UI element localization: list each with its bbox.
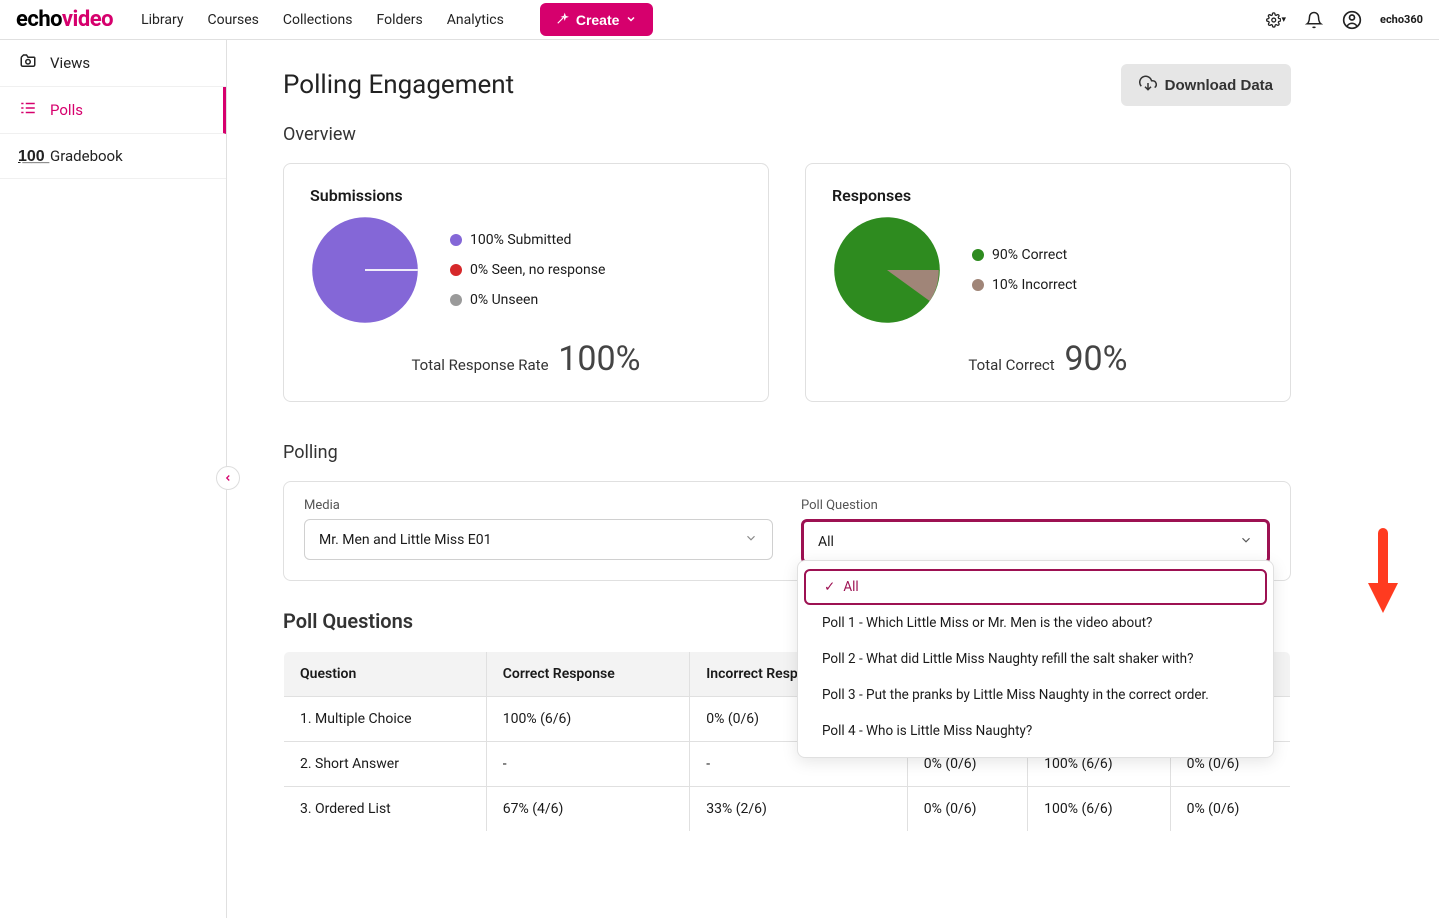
views-icon (18, 52, 38, 74)
polls-icon (18, 99, 38, 121)
media-select[interactable]: Mr. Men and Little Miss E01 (304, 519, 773, 560)
dropdown-option-1[interactable]: Poll 1 - Which Little Miss or Mr. Men is… (798, 605, 1273, 641)
legend-correct: 90% Correct (972, 247, 1077, 263)
nav-library[interactable]: Library (141, 12, 183, 28)
overview-heading: Overview (283, 124, 1291, 145)
responses-pie (832, 215, 942, 325)
sidebar: Views Polls 1̲0̲0̲ Gradebook (0, 40, 227, 918)
dropdown-option-4[interactable]: Poll 4 - Who is Little Miss Naughty? (798, 713, 1273, 749)
download-data-button[interactable]: Download Data (1121, 64, 1291, 106)
check-icon: ✓ (824, 579, 835, 595)
sidebar-item-label: Gradebook (50, 147, 123, 165)
dropdown-option-all[interactable]: ✓ All (804, 569, 1267, 605)
gradebook-icon: 1̲0̲0̲ (18, 146, 38, 166)
download-label: Download Data (1165, 77, 1273, 94)
col-correct: Correct Response (486, 652, 689, 697)
legend-submitted: 100% Submitted (450, 232, 605, 248)
nav-folders[interactable]: Folders (377, 12, 423, 28)
create-label: Create (576, 12, 620, 28)
header-right: ▾ echo360 (1266, 10, 1423, 30)
sidebar-item-label: Views (50, 54, 90, 72)
col-question: Question (284, 652, 487, 697)
user-icon[interactable] (1342, 10, 1362, 30)
gear-icon[interactable]: ▾ (1266, 10, 1286, 30)
main-content: Polling Engagement Download Data Overvie… (227, 40, 1439, 918)
sidebar-item-polls[interactable]: Polls (0, 87, 226, 134)
bell-icon[interactable] (1304, 10, 1324, 30)
submissions-card: Submissions 100% Submitted 0% Seen, no r… (283, 163, 769, 402)
nav-collections[interactable]: Collections (283, 12, 353, 28)
legend-incorrect: 10% Incorrect (972, 277, 1077, 293)
page-title: Polling Engagement (283, 70, 514, 100)
chevron-down-icon (625, 12, 637, 28)
chevron-down-icon (744, 530, 758, 549)
poll-question-label: Poll Question (801, 498, 1270, 513)
responses-total: Total Correct 90% (832, 339, 1264, 379)
filter-box: Media Mr. Men and Little Miss E01 Poll Q… (283, 481, 1291, 581)
legend-seen: 0% Seen, no response (450, 262, 605, 278)
submissions-total: Total Response Rate 100% (310, 339, 742, 379)
responses-title: Responses (832, 186, 1264, 205)
brand-logo[interactable]: echovideo (16, 7, 113, 32)
echo360-label: echo360 (1380, 13, 1423, 26)
nav-courses[interactable]: Courses (207, 12, 258, 28)
dropdown-option-3[interactable]: Poll 3 - Put the pranks by Little Miss N… (798, 677, 1273, 713)
poll-question-select[interactable]: All (801, 519, 1270, 564)
media-value: Mr. Men and Little Miss E01 (319, 532, 492, 548)
dropdown-option-2[interactable]: Poll 2 - What did Little Miss Naughty re… (798, 641, 1273, 677)
logo-part1: echo (16, 7, 62, 32)
sidebar-item-views[interactable]: Views (0, 40, 226, 87)
logo-part2: video (62, 7, 113, 32)
submissions-title: Submissions (310, 186, 742, 205)
polling-heading: Polling (283, 442, 1291, 463)
cloud-download-icon (1139, 74, 1157, 96)
responses-card: Responses 90% Correct 10% Incorrect (805, 163, 1291, 402)
media-label: Media (304, 498, 773, 513)
top-header: echovideo Library Courses Collections Fo… (0, 0, 1439, 40)
annotation-arrow (1363, 528, 1403, 622)
create-button[interactable]: Create (540, 3, 654, 36)
nav-analytics[interactable]: Analytics (447, 12, 504, 28)
submissions-pie (310, 215, 420, 325)
magic-wand-icon (556, 11, 570, 28)
poll-question-dropdown: ✓ All Poll 1 - Which Little Miss or Mr. … (797, 560, 1274, 758)
legend-unseen: 0% Unseen (450, 292, 605, 308)
top-nav: Library Courses Collections Folders Anal… (141, 3, 653, 36)
chevron-down-icon (1239, 532, 1253, 551)
sidebar-item-label: Polls (50, 101, 83, 119)
sidebar-item-gradebook[interactable]: 1̲0̲0̲ Gradebook (0, 134, 226, 179)
sidebar-collapse-button[interactable] (216, 466, 240, 490)
table-row: 3. Ordered List 67% (4/6) 33% (2/6) 0% (… (284, 787, 1291, 832)
poll-value: All (818, 534, 834, 550)
